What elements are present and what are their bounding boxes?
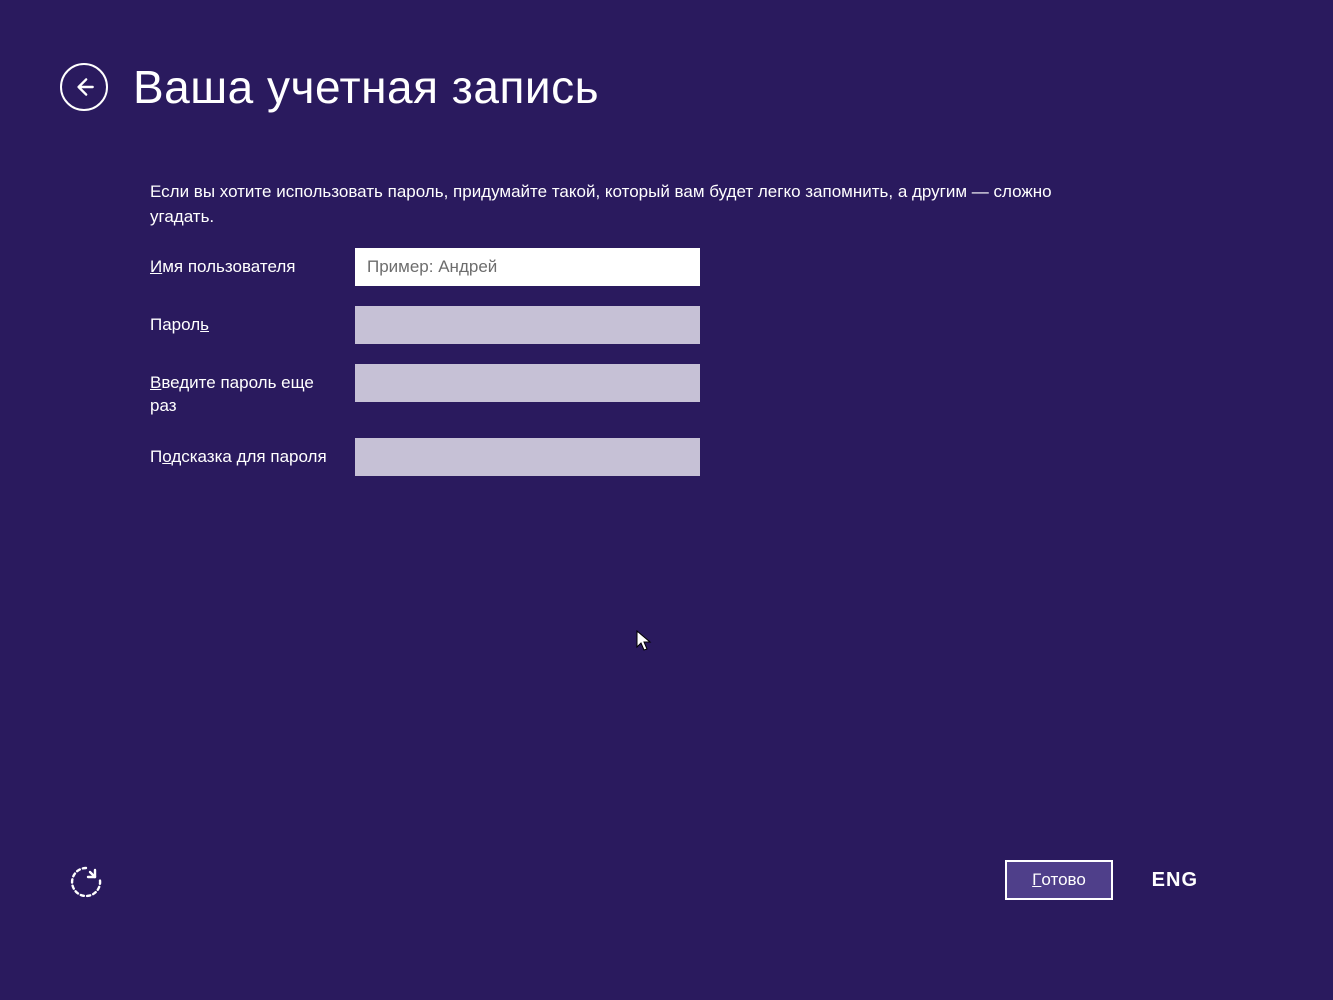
password-label: Пароль <box>150 306 355 337</box>
username-row: Имя пользователя <box>150 248 710 286</box>
username-input[interactable] <box>355 248 700 286</box>
account-form: Имя пользователя Пароль Введите пароль е… <box>150 248 710 496</box>
page-title: Ваша учетная запись <box>133 60 599 114</box>
cursor-icon <box>636 630 654 654</box>
footer: Готово ENG <box>0 840 1333 900</box>
reenter-password-label: Введите пароль еще раз <box>150 364 355 418</box>
done-button[interactable]: Готово <box>1005 860 1113 900</box>
password-row: Пароль <box>150 306 710 344</box>
reenter-password-row: Введите пароль еще раз <box>150 364 710 418</box>
language-indicator[interactable]: ENG <box>1152 860 1198 900</box>
page-description: Если вы хотите использовать пароль, прид… <box>150 180 1070 229</box>
password-hint-row: Подсказка для пароля <box>150 438 710 476</box>
ease-of-access-icon <box>68 864 104 900</box>
username-label: Имя пользователя <box>150 248 355 279</box>
password-hint-label: Подсказка для пароля <box>150 438 355 469</box>
back-button[interactable] <box>60 63 108 111</box>
password-input[interactable] <box>355 306 700 344</box>
password-hint-input[interactable] <box>355 438 700 476</box>
arrow-left-icon <box>71 74 97 100</box>
ease-of-access-button[interactable] <box>68 864 104 900</box>
reenter-password-input[interactable] <box>355 364 700 402</box>
